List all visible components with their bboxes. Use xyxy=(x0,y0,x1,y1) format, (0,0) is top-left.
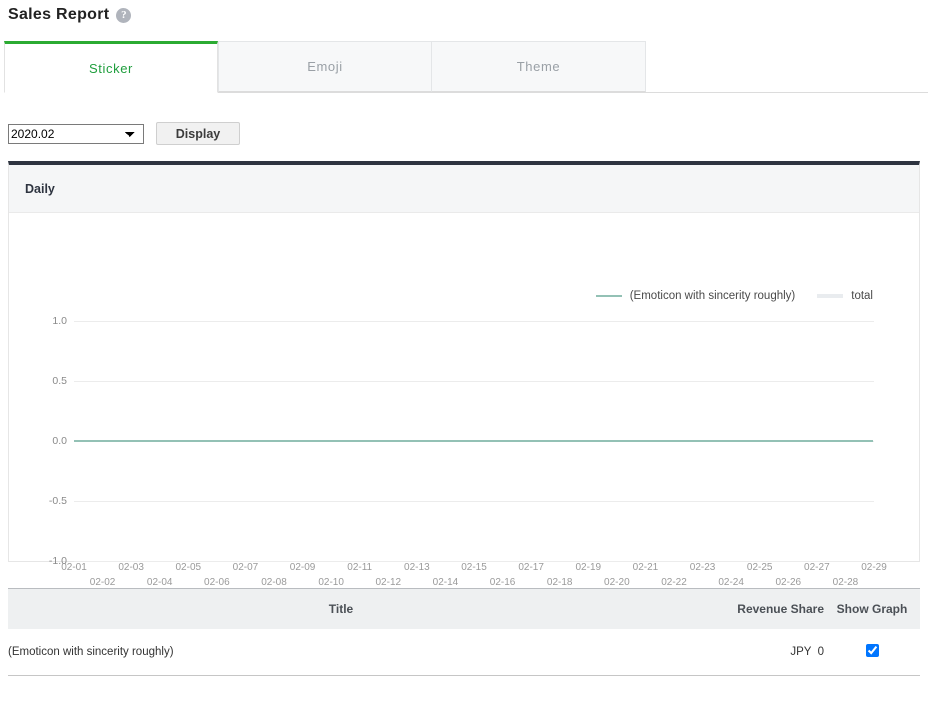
x-axis-tick-label: 02-01 xyxy=(61,562,87,573)
sales-table-head: Title Revenue Share Show Graph xyxy=(8,588,920,629)
x-axis-tick-label: 02-07 xyxy=(232,562,259,573)
display-button[interactable]: Display xyxy=(156,122,240,145)
column-header-revenue-share: Revenue Share xyxy=(674,588,824,629)
x-axis-tick-label: 02-27 xyxy=(804,562,830,573)
x-axis-tick-label: 02-09 xyxy=(289,562,316,573)
x-axis-tick-label: 02-23 xyxy=(689,562,716,573)
sales-table: Title Revenue Share Show Graph (Emoticon… xyxy=(8,588,920,676)
table-row: (Emoticon with sincerity roughly) JPY 0 xyxy=(8,629,920,676)
x-axis-tick-label: 02-18 xyxy=(546,577,573,588)
x-axis-tick-label: 02-14 xyxy=(432,577,459,588)
daily-chart-panel: Daily (Emoticon with sincerity roughly) … xyxy=(8,161,920,588)
tab-sticker-label: Sticker xyxy=(89,60,133,76)
x-axis-tick-label: 02-13 xyxy=(404,562,430,573)
x-axis-tick-label: 02-12 xyxy=(375,577,402,588)
x-axis-tick-label: 02-04 xyxy=(146,577,173,588)
y-axis-tick-label: -0.5 xyxy=(48,495,67,507)
legend-item-series-0[interactable]: (Emoticon with sincerity roughly) xyxy=(595,290,796,302)
gridline xyxy=(74,321,874,322)
page-title: Sales Report xyxy=(8,6,110,23)
x-axis-tick-label: 02-24 xyxy=(718,577,744,588)
x-axis-tick-label: 02-28 xyxy=(832,577,859,588)
table-header-row: Title Revenue Share Show Graph xyxy=(8,588,920,629)
column-header-title: Title xyxy=(8,588,674,629)
y-axis-tick-label: 0.5 xyxy=(52,375,67,387)
cell-show-graph xyxy=(824,629,920,676)
x-axis-tick-label: 02-22 xyxy=(661,577,687,588)
x-axis-tick-label: 02-17 xyxy=(518,562,544,573)
tab-emoji[interactable]: Emoji xyxy=(218,41,432,92)
x-axis-tick-label: 02-06 xyxy=(204,577,230,588)
x-axis-tick-label: 02-15 xyxy=(461,562,487,573)
x-axis-tick-label: 02-02 xyxy=(89,577,116,588)
x-axis-tick-label: 02-21 xyxy=(632,562,659,573)
chart-panel-title: Daily xyxy=(25,181,55,196)
gridline xyxy=(74,381,874,382)
x-axis-tick-label: 02-25 xyxy=(746,562,773,573)
legend-label-series-1: total xyxy=(851,290,873,302)
y-axis-labels: 1.0 0.5 0.0 -0.5 -1.0 xyxy=(9,315,67,567)
question-circle-icon[interactable]: ? xyxy=(116,7,132,23)
chart-panel-header: Daily xyxy=(9,165,919,213)
column-header-show-graph: Show Graph xyxy=(824,588,920,629)
x-axis-tick-label: 02-16 xyxy=(489,577,516,588)
legend-swatch-series-0 xyxy=(595,295,622,297)
tab-emoji-label: Emoji xyxy=(307,59,343,74)
x-axis-tick-label: 02-03 xyxy=(118,562,144,573)
x-axis-tick-label: 02-26 xyxy=(775,577,802,588)
x-axis-tick-label: 02-29 xyxy=(861,562,887,573)
gridline xyxy=(74,501,874,502)
x-axis-tick-label: 02-05 xyxy=(175,562,202,573)
period-select[interactable]: 2020.02 xyxy=(8,123,144,144)
sales-table-body: (Emoticon with sincerity roughly) JPY 0 xyxy=(8,629,920,676)
y-axis-tick-label: 0.0 xyxy=(52,435,67,447)
tab-bar: Sticker Emoji Theme xyxy=(4,41,928,93)
series-line-0 xyxy=(74,440,873,442)
filter-bar: 2020.02 Display xyxy=(8,122,240,145)
cell-revenue-share: JPY 0 xyxy=(674,629,824,676)
tab-sticker[interactable]: Sticker xyxy=(4,41,218,93)
legend-swatch-series-1 xyxy=(817,294,844,298)
tab-theme-label: Theme xyxy=(516,59,561,74)
x-axis-tick-label: 02-19 xyxy=(575,562,602,573)
show-graph-checkbox[interactable] xyxy=(865,644,879,657)
x-axis-tick-label: 02-08 xyxy=(261,577,287,588)
y-axis-tick-label: 1.0 xyxy=(52,315,67,327)
chart-body: (Emoticon with sincerity roughly) total … xyxy=(9,213,919,588)
legend-item-series-1[interactable]: total xyxy=(817,290,873,302)
x-axis-tick-label: 02-11 xyxy=(347,562,373,573)
plot-area xyxy=(74,321,874,562)
x-axis-tick-label: 02-20 xyxy=(604,577,630,588)
legend-label-series-0: (Emoticon with sincerity roughly) xyxy=(629,290,796,302)
cell-title: (Emoticon with sincerity roughly) xyxy=(8,629,674,676)
chart-legend: (Emoticon with sincerity roughly) total xyxy=(595,290,873,302)
page-header: Sales Report ? xyxy=(8,4,132,26)
x-axis-tick-label: 02-10 xyxy=(318,577,344,588)
tab-theme[interactable]: Theme xyxy=(432,41,646,92)
tab-bar-filler xyxy=(646,41,928,92)
